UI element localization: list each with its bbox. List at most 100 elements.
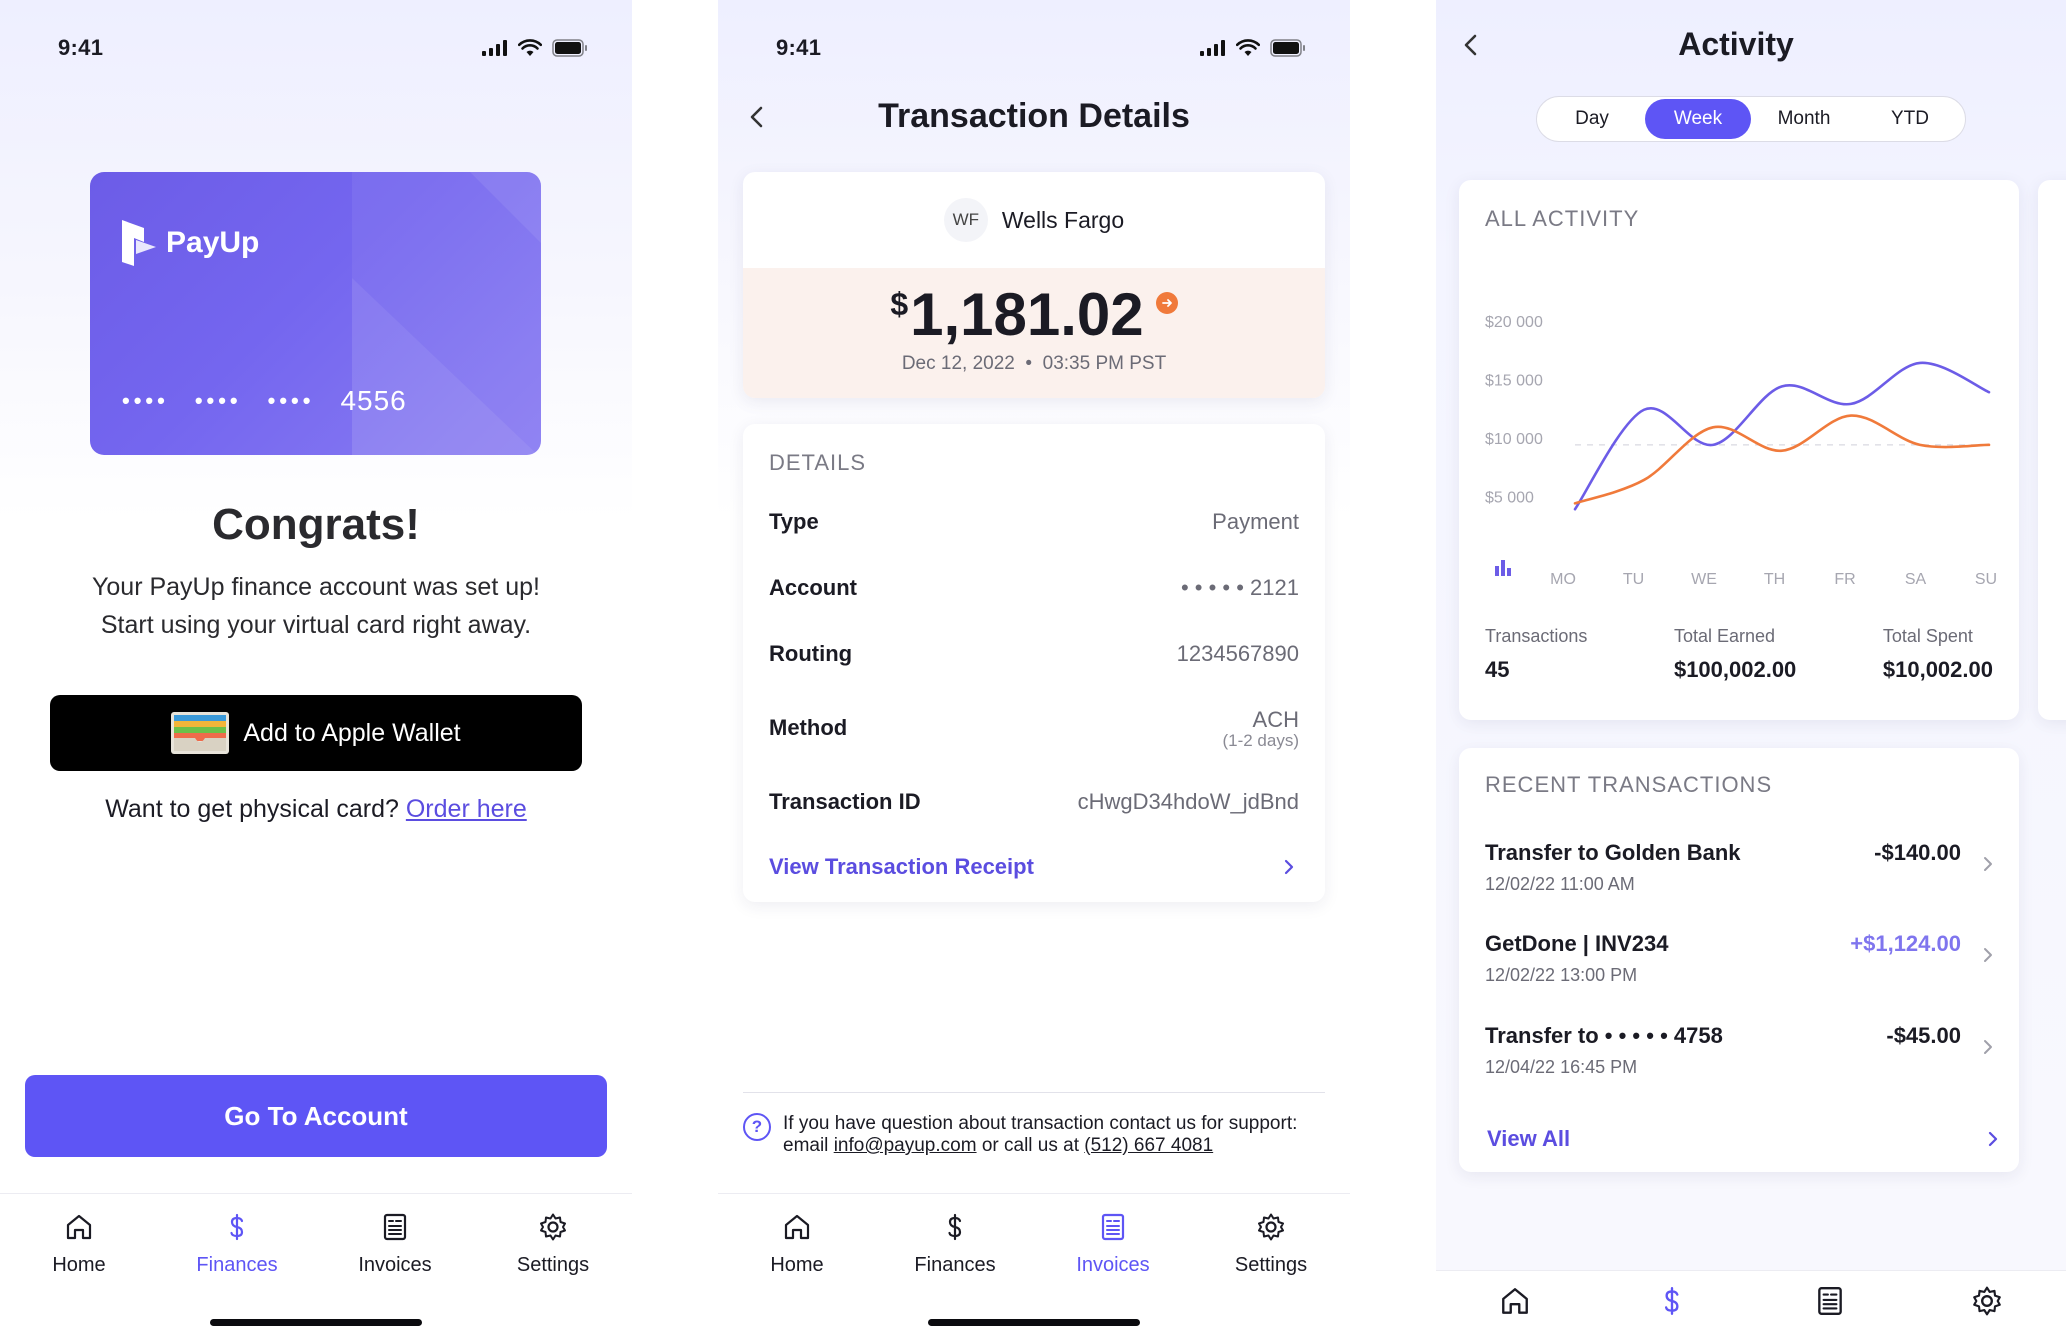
section-label: RECENT TRANSACTIONS [1485,772,1773,797]
status-time: 9:41 [58,35,104,60]
detail-row-method: Method ACH (1-2 days) [769,706,1299,750]
tab-invoices[interactable]: Invoices [1043,1212,1183,1277]
merchant-avatar: WF [943,198,988,242]
transaction-date: Dec 12, 2022 [901,353,1015,374]
transaction-date: 12/04/22 16:45 PM [1485,1057,1638,1077]
physical-card-prompt: Want to get physical card? Order here [0,795,632,824]
stat-total-earned: Total Earned $100,002.00 [1674,626,1796,683]
battery-icon [552,39,587,57]
invoice-icon [383,1213,407,1241]
next-card-peek[interactable] [2038,180,2066,720]
transaction-amount: -$140.00 [1874,840,1961,865]
go-to-account-button[interactable]: Go To Account [25,1075,607,1157]
receipt-link-label: View Transaction Receipt [769,854,1034,879]
tab-settings[interactable] [1927,1285,2047,1340]
card-last4: 4556 [340,385,407,416]
chart-x-axis: MO TU WE TH FR SA SU [1550,571,1997,588]
y-tick-label: $5 000 [1485,490,1534,507]
status-bar: 9:41 [58,30,588,66]
support-phone-link[interactable]: (512) 667 4081 [1084,1135,1213,1156]
tab-bar [1436,1270,2066,1340]
y-tick-label: $10 000 [1485,431,1543,448]
transaction-date: 12/02/22 13:00 PM [1485,965,1638,985]
support-line: If you have question about transaction c… [783,1113,1298,1134]
stat-label: Total Earned [1673,626,1776,646]
support-line: email info@payup.com or call us at (512)… [783,1135,1297,1157]
page-title: Transaction Details [878,96,1190,135]
transaction-row[interactable]: Transfer to Golden Bank 12/02/22 11:00 A… [1485,840,2003,900]
tab-label: Settings [516,1254,590,1276]
home-icon [66,1214,92,1240]
tab-bar: Home Finances Invoices Settings [0,1193,632,1340]
merchant-name: Wells Fargo [1001,206,1125,233]
stat-value: $10,002.00 [1882,657,1993,682]
chart-series-line-1 [1573,361,1991,511]
support-email-link[interactable]: info@payup.com [834,1135,977,1156]
home-icon [1501,1288,1528,1314]
transaction-amount: $ 1,181.02 [890,280,1178,349]
y-tick-label: $15 000 [1485,373,1543,390]
back-chevron-icon[interactable] [1456,30,1486,60]
x-tick-label: FR [1834,571,1855,588]
tab-invoices[interactable] [1770,1285,1890,1340]
add-to-apple-wallet-button[interactable]: Add to Apple Wallet [50,695,582,771]
payup-logo-icon [122,220,156,266]
segment-ytd[interactable]: YTD [1857,99,1963,139]
stat-value: 45 [1485,657,1510,682]
support-phone-prefix: or call us at [981,1135,1079,1156]
tab-home[interactable]: Home [9,1212,149,1277]
status-bar: 9:41 [776,30,1306,66]
tab-finances[interactable] [1612,1285,1732,1340]
detail-value: 1234567890 [1176,641,1299,666]
chart-y-axis: $20 000 $15 000 $10 000 $5 000 [1485,314,1543,507]
detail-row-transaction-id: Transaction ID cHwgD34hdoW_jdBnd [769,784,1299,820]
view-receipt-link[interactable]: View Transaction Receipt [769,854,1299,880]
tab-settings[interactable]: Settings [1201,1212,1341,1277]
x-tick-label: MO [1550,571,1576,588]
wallet-button-label: Add to Apple Wallet [243,718,461,747]
card-mask-group: •••• [194,388,242,413]
tab-invoices[interactable]: Invoices [325,1212,465,1277]
detail-value: ACH [1252,707,1299,732]
currency-symbol: $ [890,286,909,322]
recent-transactions-card: RECENT TRANSACTIONS Transfer to Golden B… [1459,748,2019,1172]
y-tick-label: $20 000 [1485,314,1543,331]
detail-subvalue: (1-2 days) [1222,731,1299,750]
wallet-icon [171,712,230,754]
x-tick-label: WE [1691,571,1717,588]
tab-label: Invoices [358,1254,432,1276]
chevron-right-icon [1984,948,1992,962]
bar-chart-icon[interactable] [1495,560,1511,576]
tab-finances[interactable]: Finances [885,1212,1025,1277]
virtual-card[interactable]: PayUp •••• •••• •••• 4556 [90,172,541,455]
wifi-icon [518,39,542,56]
detail-value-group: ACH (1-2 days) [1222,707,1299,749]
transaction-row[interactable]: GetDone | INV234 12/02/22 13:00 PM +$1,1… [1485,931,2003,991]
amount-value: 1,181.02 [910,281,1144,348]
detail-value: Payment [1212,509,1299,534]
dollar-icon [1665,1287,1679,1315]
help-icon: ? [743,1113,771,1141]
tab-settings[interactable]: Settings [483,1212,623,1277]
segment-month[interactable]: Month [1751,99,1857,139]
outgoing-arrow-icon [1155,292,1178,314]
order-here-link[interactable]: Order here [406,795,527,823]
view-all-link[interactable]: View All [1487,1126,2003,1152]
tab-finances[interactable]: Finances [167,1212,307,1277]
card-mask-group: •••• [267,388,315,413]
tab-home[interactable]: Home [727,1212,867,1277]
period-segmented-control: Day Week Month YTD [1536,96,1966,142]
segment-week[interactable]: Week [1645,99,1751,139]
transaction-row[interactable]: Transfer to • • • • • 4758 12/04/22 16:4… [1485,1023,2003,1083]
home-indicator [210,1319,422,1326]
gear-icon [1258,1213,1284,1241]
tab-home[interactable] [1455,1285,1575,1340]
details-card: DETAILS Type Payment Account • • • • • 2… [743,424,1325,902]
back-chevron-icon[interactable] [742,102,772,132]
card-logo: PayUp [122,220,259,266]
status-icons [482,39,588,57]
detail-key: Transaction ID [769,789,921,814]
segment-day[interactable]: Day [1539,99,1645,139]
x-tick-label: TH [1764,571,1785,588]
detail-value: • • • • • 2121 [1180,575,1299,600]
